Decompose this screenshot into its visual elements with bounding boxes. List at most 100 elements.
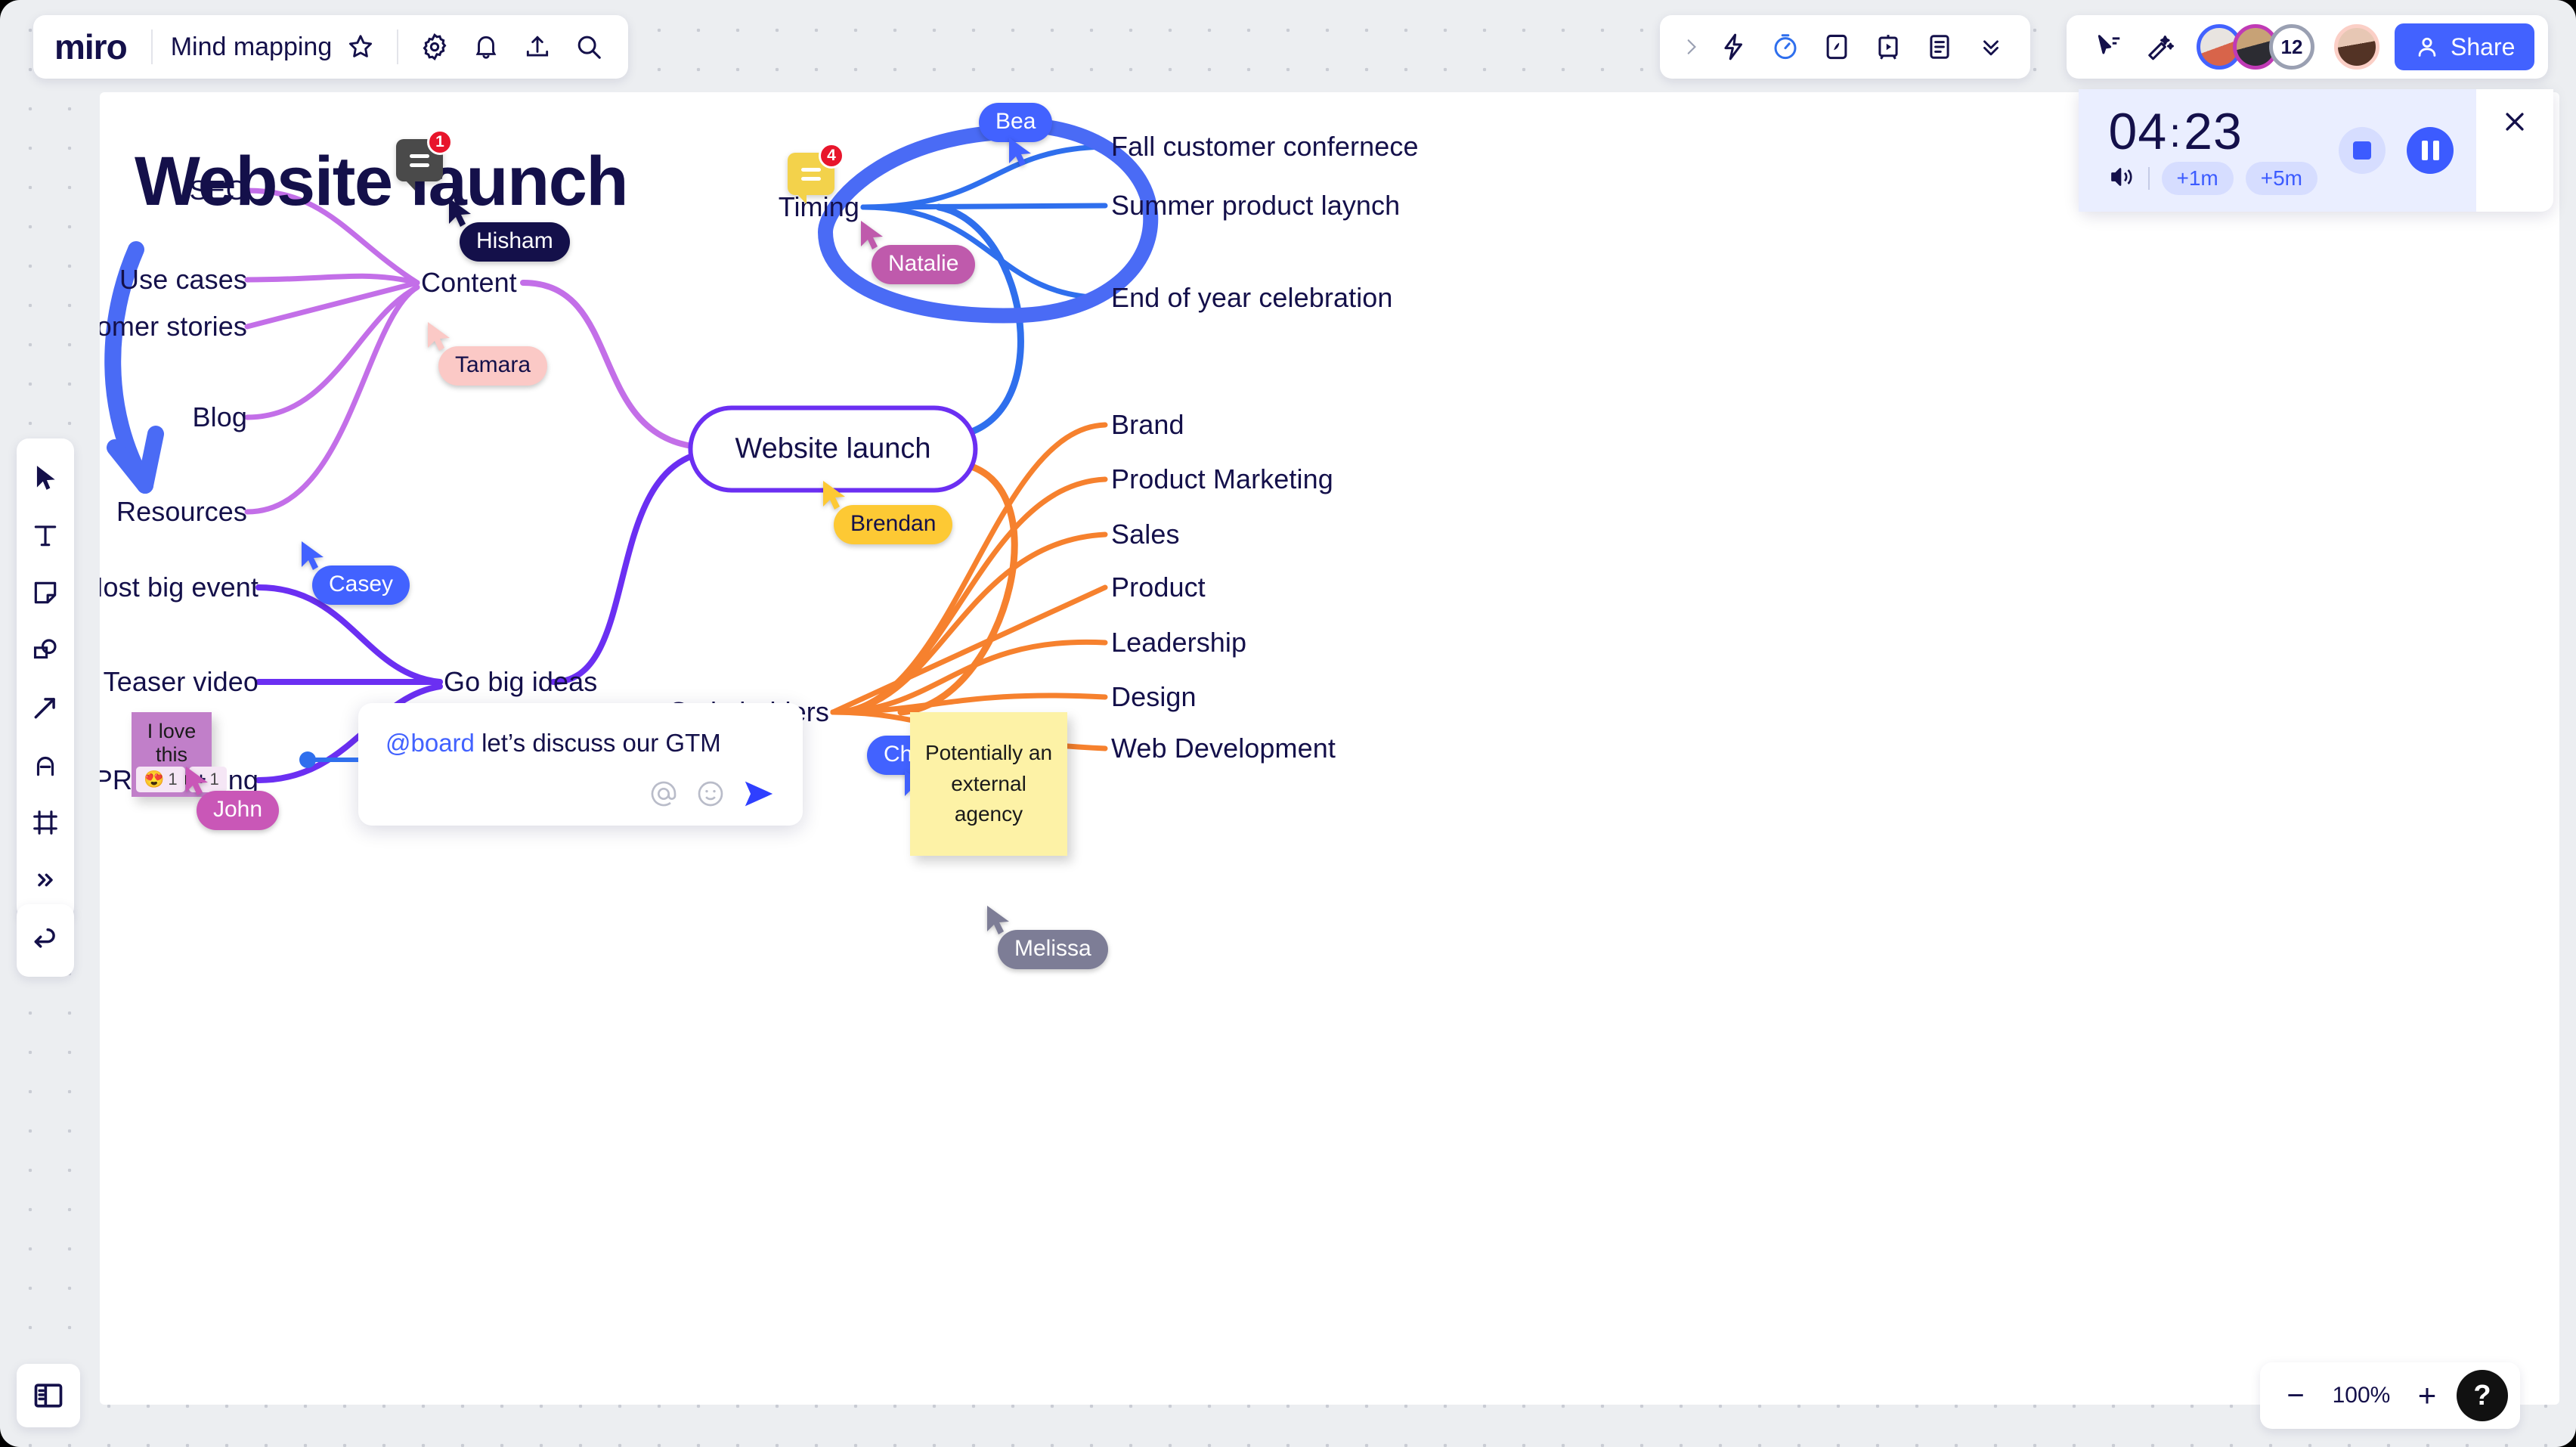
timer-stop-button[interactable]: [2339, 127, 2386, 174]
node-summer-product-launch[interactable]: Summer product laynch: [1111, 190, 1400, 222]
more-tools-icon[interactable]: [17, 851, 74, 909]
add-one-minute-button[interactable]: +1m: [2161, 162, 2234, 195]
pen-icon[interactable]: [17, 736, 74, 794]
top-right-tools: [1660, 15, 2030, 79]
timer-body: 04:23 +1m +5m: [2078, 89, 2476, 212]
share-label: Share: [2451, 33, 2516, 60]
collaboration-bar: 12 Share: [2067, 15, 2549, 79]
divider: [2147, 167, 2150, 190]
sticky-note-agency[interactable]: Potentially an external agency: [910, 712, 1067, 856]
node-timing[interactable]: Timing: [779, 191, 859, 223]
node-design[interactable]: Design: [1111, 681, 1197, 713]
timer-widget[interactable]: 04:23 +1m +5m: [2078, 89, 2553, 212]
gear-icon[interactable]: [409, 21, 460, 73]
node-teaser-video[interactable]: Teaser video: [104, 666, 259, 698]
cursor-hisham: Hisham: [447, 197, 570, 262]
undo-icon[interactable]: [17, 912, 74, 969]
share-button[interactable]: Share: [2395, 23, 2535, 70]
zoom-controls: − 100% + ?: [2260, 1362, 2520, 1429]
frame-icon[interactable]: [17, 794, 74, 851]
cursor-tamara: Tamara: [426, 321, 548, 386]
cursor-casey: Casey: [300, 540, 410, 605]
cursor-brendan: Brendan: [822, 479, 953, 544]
sticky-note-reactions: 😍 1 + 1: [136, 767, 227, 792]
cursor-label-casey: Casey: [312, 565, 410, 605]
cursor-john: John: [184, 765, 280, 830]
node-fall-customer-conference[interactable]: Fall customer confernece: [1111, 131, 1419, 163]
miro-logo[interactable]: miro: [33, 26, 141, 67]
comment-anchor-line: [311, 758, 358, 762]
emoji-icon[interactable]: [695, 779, 726, 809]
chevrons-down-icon[interactable]: [1965, 21, 2017, 73]
zoom-in-button[interactable]: +: [2404, 1372, 2451, 1419]
node-go-big-ideas[interactable]: Go big ideas: [444, 666, 597, 698]
divider: [150, 29, 153, 64]
undo-toolbar: [17, 904, 74, 977]
node-end-of-year-celebration[interactable]: End of year celebration: [1111, 282, 1393, 314]
comment-pin-timing[interactable]: 4: [788, 143, 844, 204]
chevron-right-icon[interactable]: [1673, 21, 1708, 73]
node-host-big-event[interactable]: Host big event: [100, 572, 259, 603]
mention-icon[interactable]: [649, 779, 679, 809]
node-leadership[interactable]: Leadership: [1111, 627, 1246, 658]
media-icon[interactable]: [1811, 21, 1862, 73]
node-brand[interactable]: Brand: [1111, 409, 1184, 441]
cursor-label-natalie: Natalie: [872, 245, 976, 284]
lightning-icon[interactable]: [1708, 21, 1760, 73]
shapes-tool[interactable]: [17, 621, 74, 679]
comment-composer[interactable]: @board let’s discuss our GTM: [299, 703, 803, 826]
comment-count-badge: 1: [427, 129, 453, 155]
node-blog[interactable]: Blog: [193, 401, 247, 433]
close-icon[interactable]: [2502, 109, 2528, 138]
node-use-cases[interactable]: Use cases: [119, 264, 247, 296]
reaction-emoji: 😍: [144, 770, 165, 789]
send-icon[interactable]: [742, 779, 776, 809]
notes-icon[interactable]: [1914, 21, 1965, 73]
upload-icon[interactable]: [512, 21, 563, 73]
node-web-development[interactable]: Web Development: [1111, 733, 1336, 764]
avatar-overflow-count[interactable]: 12: [2269, 24, 2314, 70]
cursor-label-brendan: Brendan: [834, 505, 953, 544]
arrow-icon[interactable]: [17, 679, 74, 736]
cursor-natalie: Natalie: [859, 219, 976, 284]
select-tool[interactable]: [17, 449, 74, 507]
comment-pin-title[interactable]: 1: [396, 129, 453, 191]
open-panel-button[interactable]: [17, 1364, 80, 1427]
avatar-self[interactable]: [2334, 24, 2379, 70]
node-content[interactable]: Content: [421, 267, 517, 299]
reaction-heart-eyes[interactable]: 😍 1: [136, 767, 185, 792]
node-resources[interactable]: Resources: [116, 496, 247, 528]
cursor-share-icon[interactable]: [2083, 21, 2135, 73]
board-name[interactable]: Mind mapping: [163, 33, 336, 62]
node-customer-stories[interactable]: Customer stories: [100, 311, 247, 342]
node-seo[interactable]: SEO: [190, 175, 247, 206]
node-product-marketing[interactable]: Product Marketing: [1111, 463, 1333, 495]
star-icon[interactable]: [335, 21, 386, 73]
node-sales[interactable]: Sales: [1111, 519, 1180, 550]
add-five-minutes-button[interactable]: +5m: [2245, 162, 2317, 195]
mention-token: @board: [385, 729, 475, 757]
sticky-note-text: Potentially an external agency: [924, 741, 1053, 826]
node-product[interactable]: Product: [1111, 572, 1206, 603]
sticky-note-tool[interactable]: [17, 564, 74, 621]
cursor-label-hisham: Hisham: [460, 222, 570, 262]
top-left-toolbar: miro Mind mapping: [33, 15, 629, 79]
timer-seconds: 23: [2184, 103, 2243, 160]
comment-body: let’s discuss our GTM: [474, 729, 721, 757]
comment-text[interactable]: @board let’s discuss our GTM: [385, 729, 776, 758]
timer-pause-button[interactable]: [2407, 127, 2454, 174]
comment-actions: [385, 779, 776, 809]
search-icon[interactable]: [563, 21, 615, 73]
volume-icon[interactable]: [2109, 166, 2136, 192]
cursor-melissa: Melissa: [986, 904, 1108, 969]
reactions-icon[interactable]: [2135, 21, 2186, 73]
board-canvas[interactable]: Website launch 1 Hisham SEO Use cases Cu…: [100, 92, 2559, 1405]
help-button[interactable]: ?: [2457, 1370, 2508, 1421]
comment-count-badge-timing: 4: [819, 143, 844, 169]
presentation-icon[interactable]: [1862, 21, 1914, 73]
timer-icon[interactable]: [1760, 21, 1811, 73]
zoom-out-button[interactable]: −: [2272, 1372, 2319, 1419]
bell-icon[interactable]: [460, 21, 512, 73]
zoom-level[interactable]: 100%: [2325, 1383, 2398, 1408]
text-tool[interactable]: [17, 507, 74, 564]
